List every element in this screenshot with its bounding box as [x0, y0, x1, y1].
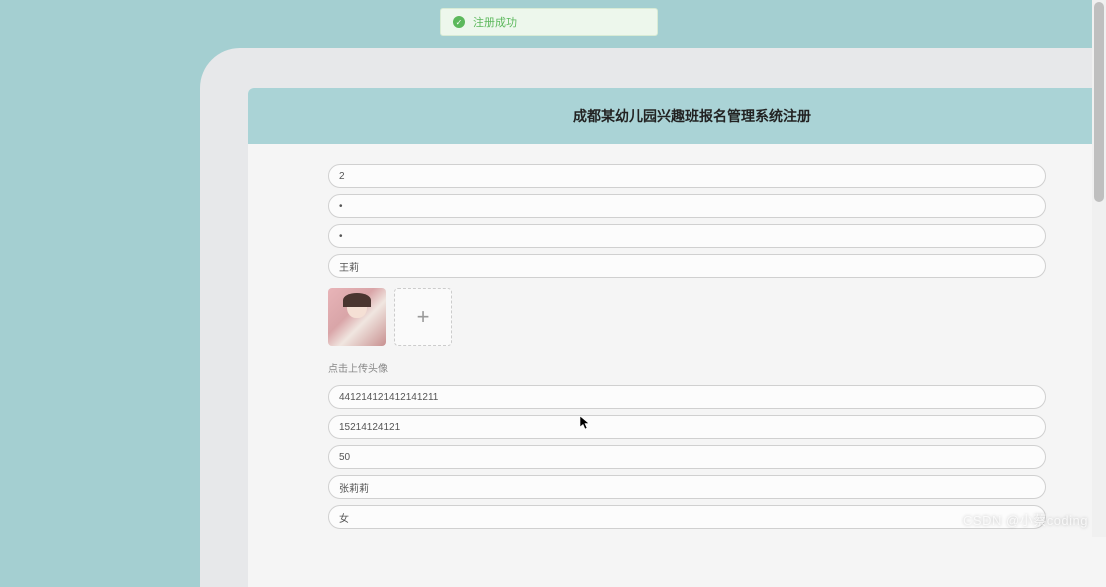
check-icon: ✓ [453, 16, 465, 28]
outer-container: 成都某幼儿园兴趣班报名管理系统注册 + 点击上传头像 [200, 48, 1106, 587]
upload-button[interactable]: + [394, 288, 452, 346]
password-input[interactable] [328, 194, 1046, 218]
avatar-preview[interactable] [328, 288, 386, 346]
age-input[interactable] [328, 445, 1046, 469]
phone-input[interactable] [328, 415, 1046, 439]
watermark: CSDN @小蔡coding [963, 510, 1088, 529]
scrollbar-track[interactable] [1092, 0, 1106, 537]
child-name-input[interactable] [328, 475, 1046, 499]
toast-message: 注册成功 [473, 14, 517, 30]
id-input[interactable] [328, 164, 1046, 188]
upload-label: 点击上传头像 [328, 360, 1046, 375]
name-input[interactable] [328, 254, 1046, 278]
scrollbar-thumb[interactable] [1094, 2, 1104, 202]
plus-icon: + [417, 304, 430, 330]
form-body: + 点击上传头像 [248, 144, 1106, 555]
upload-row: + [328, 288, 1046, 346]
gender-input[interactable] [328, 505, 1046, 529]
success-toast: ✓ 注册成功 [440, 8, 658, 36]
password-confirm-input[interactable] [328, 224, 1046, 248]
idcard-input[interactable] [328, 385, 1046, 409]
header-bar: 成都某幼儿园兴趣班报名管理系统注册 [248, 88, 1106, 144]
page-title: 成都某幼儿园兴趣班报名管理系统注册 [573, 106, 811, 126]
